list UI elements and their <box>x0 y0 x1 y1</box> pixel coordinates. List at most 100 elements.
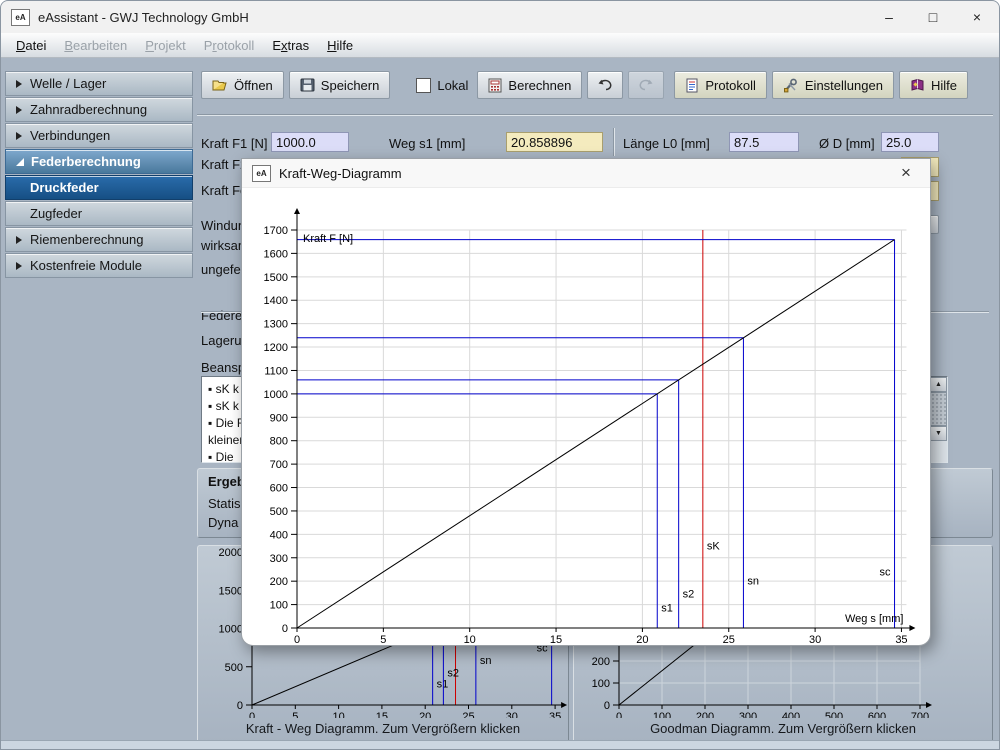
protocol-button[interactable]: Protokoll <box>674 71 767 99</box>
chevron-right-icon <box>16 106 22 114</box>
svg-text:sn: sn <box>747 576 759 588</box>
svg-text:15: 15 <box>550 634 562 646</box>
menu-bearbeiten: Bearbeiten <box>55 35 136 56</box>
window-title: eAssistant - GWJ Technology GmbH <box>38 10 249 25</box>
svg-text:100: 100 <box>592 678 610 690</box>
svg-text:600: 600 <box>868 711 886 718</box>
sidebar-item-verbindungen[interactable]: Verbindungen <box>5 123 193 148</box>
svg-text:700: 700 <box>270 459 288 471</box>
svg-text:300: 300 <box>270 553 288 565</box>
toolbar-separator <box>197 114 993 116</box>
svg-text:900: 900 <box>270 412 288 424</box>
svg-text:0: 0 <box>616 711 622 718</box>
svg-text:200: 200 <box>270 576 288 588</box>
svg-text:0: 0 <box>282 623 288 635</box>
svg-text:1200: 1200 <box>264 342 288 354</box>
svg-text:600: 600 <box>270 483 288 495</box>
scrollbar-thumb[interactable] <box>930 392 947 426</box>
svg-text:500: 500 <box>270 506 288 518</box>
kraft-weg-dialog: eA Kraft-Weg-Diagramm × sKs1s2snsc051015… <box>241 158 931 646</box>
title-bar: eA eAssistant - GWJ Technology GmbH – □ … <box>1 1 999 33</box>
minimize-button[interactable]: – <box>867 1 911 33</box>
chevron-right-icon <box>16 80 22 88</box>
sidebar-item-riemenberechnung[interactable]: Riemenberechnung <box>5 227 193 252</box>
svg-text:200: 200 <box>696 711 714 718</box>
settings-button[interactable]: Einstellungen <box>772 71 894 99</box>
menu-bar: Datei Bearbeiten Projekt Protokoll Extra… <box>1 33 999 58</box>
svg-text:400: 400 <box>782 711 800 718</box>
sidebar-item-kostenfreie-module[interactable]: Kostenfreie Module <box>5 253 193 278</box>
save-button[interactable]: Speichern <box>289 71 391 99</box>
dialog-icon: eA <box>252 165 271 182</box>
document-icon <box>685 78 699 93</box>
menu-extras[interactable]: Extras <box>263 35 318 56</box>
svg-text:10: 10 <box>332 711 344 718</box>
help-button[interactable]: Hilfe <box>899 71 968 99</box>
undo-button[interactable] <box>587 71 623 99</box>
results-line-dynamic: Dyna <box>208 515 238 530</box>
field-label-weg-s1: Weg s1 [mm] <box>389 136 465 151</box>
svg-text:0: 0 <box>294 634 300 646</box>
svg-text:800: 800 <box>270 436 288 448</box>
svg-text:0: 0 <box>237 700 243 712</box>
svg-text:sK: sK <box>707 541 721 553</box>
checkbox-icon <box>416 78 431 93</box>
weg-s1-input[interactable] <box>506 132 603 152</box>
svg-text:1500: 1500 <box>264 272 288 284</box>
chevron-right-icon <box>16 262 22 270</box>
app-window: eA eAssistant - GWJ Technology GmbH – □ … <box>0 0 1000 750</box>
scroll-up-icon[interactable]: ▲ <box>930 377 947 392</box>
svg-text:100: 100 <box>653 711 671 718</box>
svg-text:sc: sc <box>880 566 892 578</box>
maximize-button[interactable]: □ <box>911 1 955 33</box>
chevron-right-icon <box>16 236 22 244</box>
svg-text:200: 200 <box>592 656 610 668</box>
svg-text:500: 500 <box>825 711 843 718</box>
open-button[interactable]: Öffnen <box>201 71 284 99</box>
svg-text:30: 30 <box>809 634 821 646</box>
undo-arrow-icon <box>596 78 614 92</box>
svg-text:s1: s1 <box>661 603 673 615</box>
durchmesser-d-input[interactable] <box>881 132 939 152</box>
sidebar-item-federberechnung[interactable]: Federberechnung <box>5 149 193 174</box>
svg-text:300: 300 <box>739 711 757 718</box>
dialog-close-icon[interactable]: × <box>892 163 920 183</box>
messages-scrollbar[interactable]: ▲ ▼ <box>929 377 947 462</box>
menu-datei[interactable]: Datei <box>7 35 55 56</box>
svg-text:s2: s2 <box>447 668 459 680</box>
menu-hilfe[interactable]: Hilfe <box>318 35 362 56</box>
svg-text:1000: 1000 <box>219 624 243 636</box>
goodman-caption: Goodman Diagramm. Zum Vergrößern klicken <box>574 721 992 736</box>
form-divider <box>613 128 615 156</box>
sidebar-item-zugfeder[interactable]: Zugfeder <box>5 201 193 226</box>
toolbar: Öffnen Speichern Lokal Berechnen <box>201 71 968 99</box>
svg-text:700: 700 <box>911 711 929 718</box>
svg-text:2000: 2000 <box>219 547 243 559</box>
sidebar-item-zahnradberechnung[interactable]: Zahnradberechnung <box>5 97 193 122</box>
svg-text:sn: sn <box>480 655 492 667</box>
sidebar-item-druckfeder[interactable]: Druckfeder <box>5 175 193 200</box>
laenge-l0-input[interactable] <box>729 132 799 152</box>
calculate-button[interactable]: Berechnen <box>477 71 582 99</box>
close-button[interactable]: × <box>955 1 999 33</box>
dialog-title-bar[interactable]: eA Kraft-Weg-Diagramm × <box>242 159 930 188</box>
window-bottom-edge <box>1 740 999 749</box>
scroll-down-icon[interactable]: ▼ <box>930 426 947 441</box>
svg-text:5: 5 <box>292 711 298 718</box>
dialog-title: Kraft-Weg-Diagramm <box>279 166 402 181</box>
svg-text:500: 500 <box>225 662 243 674</box>
svg-text:0: 0 <box>604 700 610 712</box>
svg-text:Kraft F [N]: Kraft F [N] <box>303 233 353 245</box>
svg-text:35: 35 <box>895 634 907 646</box>
app-icon: eA <box>11 9 30 26</box>
svg-text:1500: 1500 <box>219 585 243 597</box>
svg-text:1600: 1600 <box>264 248 288 260</box>
menu-protokoll: Protokoll <box>195 35 264 56</box>
results-line-static: Statis <box>208 496 241 511</box>
svg-text:25: 25 <box>723 634 735 646</box>
svg-text:30: 30 <box>506 711 518 718</box>
sidebar-item-welle-lager[interactable]: Welle / Lager <box>5 71 193 96</box>
svg-text:s1: s1 <box>437 678 449 690</box>
local-checkbox[interactable]: Lokal <box>416 78 468 93</box>
kraft-f1-input[interactable] <box>271 132 349 152</box>
